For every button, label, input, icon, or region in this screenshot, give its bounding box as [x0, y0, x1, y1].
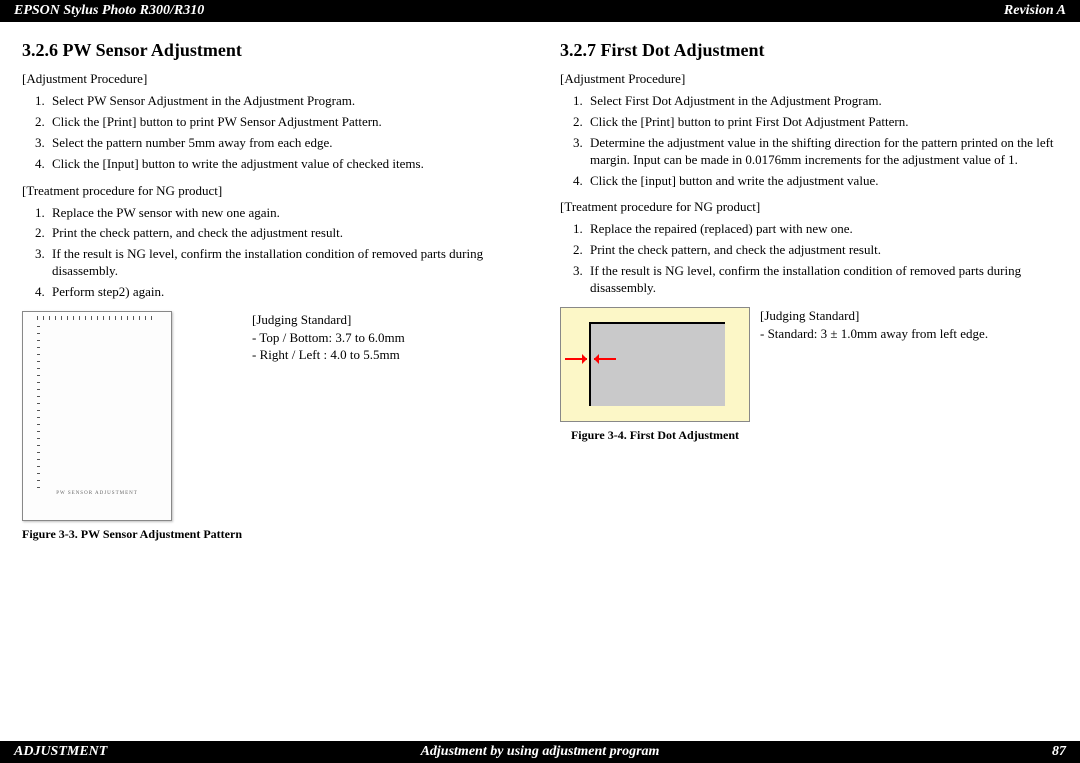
pattern-label-text: PW SENSOR ADJUSTMENT: [23, 491, 171, 496]
figure-caption: Figure 3-4. First Dot Adjustment: [560, 428, 750, 443]
right-column: 3.2.7 First Dot Adjustment [Adjustment P…: [550, 40, 1068, 542]
list-item: Print the check pattern, and check the a…: [48, 223, 520, 244]
list-item: Select the pattern number 5mm away from …: [48, 133, 520, 154]
page-header: EPSON Stylus Photo R300/R310 Revision A: [0, 0, 1080, 22]
list-item: Replace the repaired (replaced) part wit…: [586, 219, 1058, 240]
list-item: Replace the PW sensor with new one again…: [48, 203, 520, 224]
figure-row-left: PW SENSOR ADJUSTMENT Figure 3-3. PW Sens…: [22, 311, 520, 542]
tick-marks-icon: [37, 326, 40, 490]
figure-row-right: Figure 3-4. First Dot Adjustment [Judgin…: [560, 307, 1058, 443]
footer-page-number: 87: [1052, 744, 1066, 760]
arrow-left-icon: [594, 358, 616, 360]
judging-line: - Top / Bottom: 3.7 to 6.0mm: [252, 329, 405, 347]
header-revision: Revision A: [1004, 3, 1066, 19]
header-title: EPSON Stylus Photo R300/R310: [14, 3, 204, 19]
judging-standard-left: [Judging Standard] - Top / Bottom: 3.7 t…: [252, 311, 405, 542]
pw-sensor-pattern-figure: PW SENSOR ADJUSTMENT: [22, 311, 172, 521]
figure-container: PW SENSOR ADJUSTMENT Figure 3-3. PW Sens…: [22, 311, 242, 542]
list-item: Click the [Print] button to print First …: [586, 112, 1058, 133]
footer-section: ADJUSTMENT: [14, 744, 107, 760]
footer-subtitle: Adjustment by using adjustment program: [421, 744, 660, 760]
list-item: Click the [Print] button to print PW Sen…: [48, 112, 520, 133]
list-item: If the result is NG level, confirm the i…: [48, 244, 520, 282]
left-column: 3.2.6 PW Sensor Adjustment [Adjustment P…: [12, 40, 530, 542]
list-item: Click the [Input] button to write the ad…: [48, 154, 520, 175]
page-content: 3.2.6 PW Sensor Adjustment [Adjustment P…: [0, 22, 1080, 542]
tick-marks-icon: [37, 316, 157, 320]
section-heading-left: 3.2.6 PW Sensor Adjustment: [22, 40, 520, 61]
judging-label: [Judging Standard]: [252, 311, 405, 329]
adjustment-procedure-list: Select PW Sensor Adjustment in the Adjus…: [48, 91, 520, 175]
page-footer: ADJUSTMENT Adjustment by using adjustmen…: [0, 741, 1080, 763]
figure-caption: Figure 3-3. PW Sensor Adjustment Pattern: [22, 527, 242, 542]
ng-procedure-label: [Treatment procedure for NG product]: [560, 199, 1058, 215]
list-item: Print the check pattern, and check the a…: [586, 240, 1058, 261]
list-item: Select First Dot Adjustment in the Adjus…: [586, 91, 1058, 112]
section-heading-right: 3.2.7 First Dot Adjustment: [560, 40, 1058, 61]
list-item: If the result is NG level, confirm the i…: [586, 261, 1058, 299]
adjustment-procedure-label: [Adjustment Procedure]: [560, 71, 1058, 87]
list-item: Perform step2) again.: [48, 282, 520, 303]
figure-container: Figure 3-4. First Dot Adjustment: [560, 307, 750, 443]
list-item: Determine the adjustment value in the sh…: [586, 133, 1058, 171]
list-item: Click the [input] button and write the a…: [586, 171, 1058, 192]
adjustment-procedure-list: Select First Dot Adjustment in the Adjus…: [586, 91, 1058, 191]
ng-procedure-list: Replace the repaired (replaced) part wit…: [586, 219, 1058, 299]
first-dot-figure: [560, 307, 750, 422]
judging-line: - Right / Left : 4.0 to 5.5mm: [252, 346, 405, 364]
ng-procedure-label: [Treatment procedure for NG product]: [22, 183, 520, 199]
judging-label: [Judging Standard]: [760, 307, 988, 325]
gray-rectangle-icon: [589, 322, 725, 406]
list-item: Select PW Sensor Adjustment in the Adjus…: [48, 91, 520, 112]
arrow-right-icon: [565, 358, 587, 360]
adjustment-procedure-label: [Adjustment Procedure]: [22, 71, 520, 87]
judging-standard-right: [Judging Standard] - Standard: 3 ± 1.0mm…: [760, 307, 988, 443]
ng-procedure-list: Replace the PW sensor with new one again…: [48, 203, 520, 303]
judging-line: - Standard: 3 ± 1.0mm away from left edg…: [760, 325, 988, 343]
